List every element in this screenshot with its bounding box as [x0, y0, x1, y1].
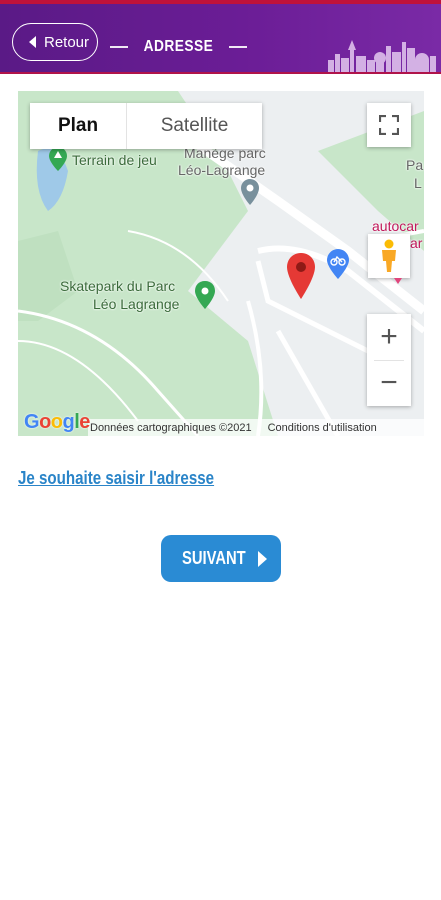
map-label-playground: Terrain de jeu	[72, 152, 157, 168]
header-title-group: ADRESSE	[110, 38, 247, 56]
back-button-label: Retour	[44, 33, 90, 51]
city-skyline-icon	[328, 40, 436, 72]
map-type-selector: Plan Satellite	[30, 103, 262, 149]
next-button-label: SUIVANT	[181, 548, 246, 568]
manual-address-link[interactable]: Je souhaite saisir l'adresse	[18, 468, 214, 489]
street-view-pegman-button[interactable]	[368, 234, 410, 278]
map-type-plan-button[interactable]: Plan	[30, 103, 126, 149]
back-arrow-icon	[29, 36, 36, 48]
map-view[interactable]: Terrain de jeu Manège parc Léo-Lagrange …	[18, 91, 424, 436]
zoom-out-button[interactable]: −	[367, 360, 411, 406]
map-label-edge-line2: L	[414, 175, 422, 191]
park-marker-icon[interactable]	[49, 147, 67, 171]
zoom-in-button[interactable]: +	[367, 314, 411, 360]
back-button[interactable]: Retour	[12, 23, 98, 61]
map-type-satellite-button[interactable]: Satellite	[127, 103, 262, 149]
title-dash-left	[110, 46, 128, 48]
bicycle-icon[interactable]	[327, 249, 349, 279]
map-attribution: Données cartographiques ©2021	[90, 421, 252, 434]
park-marker-icon[interactable]	[195, 281, 215, 309]
next-button[interactable]: SUIVANT	[161, 535, 281, 582]
location-pin-icon[interactable]	[287, 253, 315, 299]
fullscreen-button[interactable]	[367, 103, 411, 147]
page-title: ADRESSE	[143, 38, 214, 55]
map-label-skatepark-line1: Skatepark du Parc	[60, 278, 176, 294]
map-label-autocar-line1: autocar	[372, 218, 419, 234]
next-arrow-icon	[258, 550, 268, 567]
map-terms-link[interactable]: Conditions d'utilisation	[268, 422, 377, 434]
location-marker-icon[interactable]	[241, 179, 259, 205]
header-bottom-border	[0, 72, 441, 74]
fullscreen-icon	[379, 115, 399, 135]
map-label-autocar-line2: ar	[410, 235, 423, 251]
google-logo[interactable]: Google	[24, 411, 90, 434]
map-attribution-bar: Données cartographiques ©2021 Conditions…	[88, 419, 424, 436]
map-label-carousel-line2: Léo-Lagrange	[178, 162, 266, 178]
zoom-control: + −	[367, 314, 411, 406]
map-label-skatepark-line2: Léo Lagrange	[93, 296, 180, 312]
title-dash-right	[228, 46, 247, 48]
map-label-edge-line1: Pa	[406, 157, 424, 173]
pegman-icon	[382, 239, 396, 272]
app-header: Retour ADRESSE	[0, 4, 441, 72]
pegman-pointer-icon	[394, 278, 402, 284]
